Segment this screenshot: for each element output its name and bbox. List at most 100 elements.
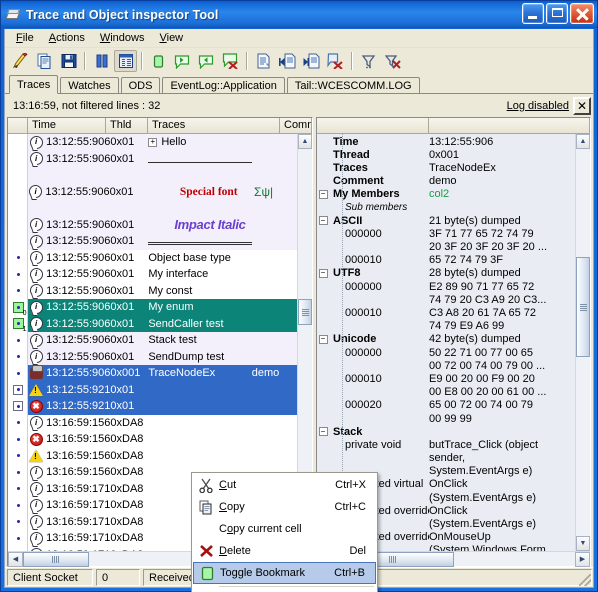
expander-minus-icon[interactable]: − — [318, 427, 328, 437]
table-row[interactable]: i 13:12:55:906 0x01 SendDump test — [28, 348, 297, 365]
bookmark-toggle-icon[interactable] — [147, 50, 170, 72]
list-item[interactable]: 00 99 99 — [317, 412, 575, 425]
gutter-bookmark-1[interactable]: 1 — [8, 316, 27, 333]
header-gutter[interactable] — [8, 118, 28, 133]
expander-plus-icon[interactable]: + — [148, 137, 158, 147]
header-traces[interactable]: Traces — [148, 118, 280, 133]
tab-eventlog-application[interactable]: EventLog::Application — [162, 77, 285, 94]
inspector-header-value[interactable] — [429, 118, 590, 133]
table-row-selected[interactable]: i 13:12:55:906 0x01 SendCaller test — [28, 315, 297, 332]
vscroll-thumb[interactable] — [298, 299, 312, 325]
list-item[interactable]: 000000 3F 71 77 65 72 74 79 — [317, 227, 575, 240]
menu-actions[interactable]: Actions — [43, 30, 94, 46]
list-item[interactable]: 000010 E9 00 20 00 F9 00 20 — [317, 372, 575, 385]
pause-icon[interactable] — [90, 50, 113, 72]
table-row[interactable]: 13:16:59:156 0xDA8 — [28, 448, 297, 465]
copy-icon[interactable] — [33, 50, 56, 72]
bookmark-next-icon[interactable] — [195, 50, 218, 72]
close-button[interactable] — [570, 3, 594, 24]
vscroll-track-lower[interactable] — [576, 357, 590, 536]
header-thld[interactable]: Thld — [106, 118, 148, 133]
vscroll-track-upper[interactable] — [576, 149, 590, 257]
table-row[interactable]: i 13:12:55:906 0x01 Object base type — [28, 250, 297, 267]
list-item[interactable]: − ASCII 21 byte(s) dumped — [317, 214, 575, 227]
clear-traces-icon[interactable] — [9, 50, 32, 72]
menu-item-toggle-bookmark[interactable]: Toggle Bookmark Ctrl+B — [193, 562, 376, 584]
table-row[interactable]: i 13:12:55:906 0x01 My interface — [28, 266, 297, 283]
table-row[interactable]: i 13:12:55:906 0x01 Special font Σψ| — [28, 183, 297, 200]
table-row[interactable]: i 13:16:59:156 0xDA8 — [28, 415, 297, 432]
scroll-down-arrow-icon[interactable]: ▼ — [576, 536, 590, 551]
resize-grip-icon[interactable] — [579, 574, 591, 586]
menu-file[interactable]: File — [10, 30, 43, 46]
scroll-up-arrow-icon[interactable]: ▲ — [576, 134, 590, 149]
scroll-left-arrow-icon[interactable]: ◀ — [8, 551, 23, 567]
inspector-vscrollbar[interactable]: ▲ ▼ — [575, 134, 590, 551]
list-item[interactable]: private void butTrace_Click (object — [317, 438, 575, 451]
list-item[interactable]: Thread 0x001 — [317, 148, 575, 161]
table-row-selected[interactable]: ✖ 13:12:55:921 0x01 — [28, 398, 297, 415]
scroll-up-arrow-icon[interactable]: ▲ — [298, 134, 312, 149]
save-icon[interactable] — [57, 50, 80, 72]
list-item[interactable]: sender, — [317, 452, 575, 465]
list-item[interactable]: − Stack — [317, 425, 575, 438]
scroll-right-arrow-icon[interactable]: ▶ — [575, 551, 590, 567]
list-item[interactable]: − My Members col2 — [317, 188, 575, 201]
minimize-button[interactable] — [522, 3, 544, 24]
bookmark-prev-icon[interactable] — [171, 50, 194, 72]
list-item[interactable]: Sub members — [317, 201, 575, 214]
list-item[interactable]: 000000 50 22 71 00 77 00 65 — [317, 346, 575, 359]
table-row[interactable]: i 13:12:55:906 0x01 Impact Italic — [28, 216, 297, 233]
columns-icon[interactable] — [114, 50, 137, 72]
table-row[interactable]: i 13:12:55:906 0x01 My const — [28, 283, 297, 300]
hscroll-thumb[interactable] — [23, 551, 89, 567]
list-item[interactable]: 00 72 00 74 00 79 00 ... — [317, 359, 575, 372]
gutter-cell[interactable] — [8, 134, 27, 151]
filter-clear-icon[interactable] — [381, 50, 404, 72]
maximize-button[interactable] — [546, 3, 568, 24]
header-time[interactable]: Time — [28, 118, 106, 133]
list-item[interactable]: 00 E8 00 20 00 61 00 ... — [317, 386, 575, 399]
vscroll-track-upper[interactable] — [298, 149, 312, 299]
page-prev-icon[interactable] — [276, 50, 299, 72]
expander-minus-icon[interactable]: − — [318, 334, 328, 344]
page-icon[interactable] — [252, 50, 275, 72]
list-item[interactable]: Time 13:12:55:906 — [317, 135, 575, 148]
list-item[interactable]: − UTF8 28 byte(s) dumped — [317, 267, 575, 280]
menu-item-copy[interactable]: Copy Ctrl+C — [193, 496, 376, 518]
gutter-cell[interactable] — [8, 200, 27, 217]
gutter-bookmark-0[interactable]: 0 — [8, 299, 27, 317]
expander-minus-icon[interactable]: − — [318, 216, 328, 226]
tab-ods[interactable]: ODS — [120, 77, 161, 94]
gutter-cell[interactable] — [8, 217, 27, 234]
table-row[interactable]: i 13:12:55:906 0x01 — [28, 233, 297, 250]
filter-icon[interactable] — [357, 50, 380, 72]
tab-watches[interactable]: Watches — [60, 77, 119, 94]
list-item[interactable]: 000010 C3 A8 20 61 7A 65 72 — [317, 306, 575, 319]
table-row[interactable]: i 13:12:55:906 0x01 — [28, 150, 297, 167]
menu-view[interactable]: View — [153, 30, 192, 46]
expander-minus-icon[interactable]: − — [318, 268, 328, 278]
vscroll-thumb[interactable] — [576, 257, 590, 357]
table-row-selected[interactable]: i 13:12:55:906 0x01 My enum — [28, 299, 297, 316]
close-filterbar-button[interactable]: ✕ — [573, 96, 591, 115]
menu-item-cut[interactable]: Cut Ctrl+X — [193, 474, 376, 496]
menu-item-delete[interactable]: Delete Del — [193, 540, 376, 562]
inspector-header-key[interactable] — [317, 118, 429, 133]
table-row-selected[interactable]: 13:12:55:906 0x001 TraceNodeEx demo — [28, 365, 297, 382]
gutter-cell[interactable] — [8, 167, 27, 184]
list-item[interactable]: 74 79 20 C3 A9 20 C3... — [317, 293, 575, 306]
header-comment[interactable]: Commer — [280, 118, 312, 133]
list-item[interactable]: 74 79 E9 A6 99 — [317, 320, 575, 333]
gutter-cell[interactable] — [8, 151, 27, 168]
table-row-selected[interactable]: 13:12:55:921 0x01 — [28, 381, 297, 398]
table-row[interactable]: ✖ 13:16:59:156 0xDA8 — [28, 431, 297, 448]
list-item[interactable]: Comment demo — [317, 175, 575, 188]
bookmark-clear-icon[interactable] — [219, 50, 242, 72]
list-item[interactable]: Traces TraceNodeEx — [317, 161, 575, 174]
list-item[interactable]: − Unicode 42 byte(s) dumped — [317, 333, 575, 346]
table-row[interactable]: i 13:12:55:906 0x01 + Hello — [28, 134, 297, 151]
expander-minus-icon[interactable]: − — [318, 189, 328, 199]
gutter-cell[interactable] — [8, 184, 27, 201]
tab-traces[interactable]: Traces — [9, 75, 59, 94]
